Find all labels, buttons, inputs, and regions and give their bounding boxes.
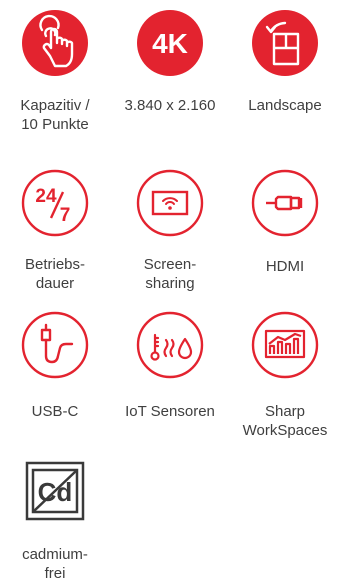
usb-c-icon: [20, 310, 90, 380]
label-line: HDMI: [265, 258, 305, 275]
feature-label: cadmium- frei: [0, 545, 110, 583]
label-line: cadmium-: [22, 546, 88, 563]
label-line: 10 Punkte: [21, 116, 89, 133]
label-line: 3.840 x 2.160: [124, 97, 216, 114]
label-line: Landscape: [248, 97, 322, 114]
label-line: dauer: [35, 275, 75, 292]
label-line: IoT Sensoren: [125, 403, 215, 420]
label-line: Betriebs-: [24, 256, 86, 273]
iot-sensors-icon: [135, 310, 205, 380]
label-line: USB-C: [31, 403, 79, 420]
4k-badge-text: 4K: [152, 28, 188, 59]
7-text: 7: [60, 205, 71, 226]
feature-label: 3.840 x 2.160: [115, 96, 225, 115]
feature-label: Betriebs- dauer: [0, 255, 110, 293]
label-line: Kapazitiv /: [20, 97, 90, 114]
landscape-rotate-icon: [250, 8, 320, 78]
sharp-workspaces-icon: [250, 310, 320, 380]
label-line: sharing: [145, 275, 195, 292]
feature-label: USB-C: [0, 402, 110, 421]
hdmi-icon: [250, 168, 320, 238]
feature-label: Sharp WorkSpaces: [230, 402, 340, 440]
feature-label: Screen- sharing: [115, 255, 225, 293]
24-7-icon: 24 7: [20, 168, 90, 238]
cadmium-free-icon: Cd: [25, 461, 85, 521]
label-line: WorkSpaces: [242, 422, 328, 439]
feature-label: HDMI: [230, 257, 340, 276]
feature-label: Kapazitiv / 10 Punkte: [0, 96, 110, 134]
label-line: frei: [44, 565, 66, 582]
label-line: Sharp: [264, 403, 306, 420]
4k-badge-icon: 4K: [135, 8, 205, 78]
touch-hand-icon: [20, 8, 90, 78]
feature-label: Landscape: [230, 96, 340, 115]
screensharing-icon: [135, 168, 205, 238]
feature-label: IoT Sensoren: [115, 402, 225, 421]
24-text: 24: [35, 186, 57, 207]
label-line: Screen-: [143, 256, 197, 273]
